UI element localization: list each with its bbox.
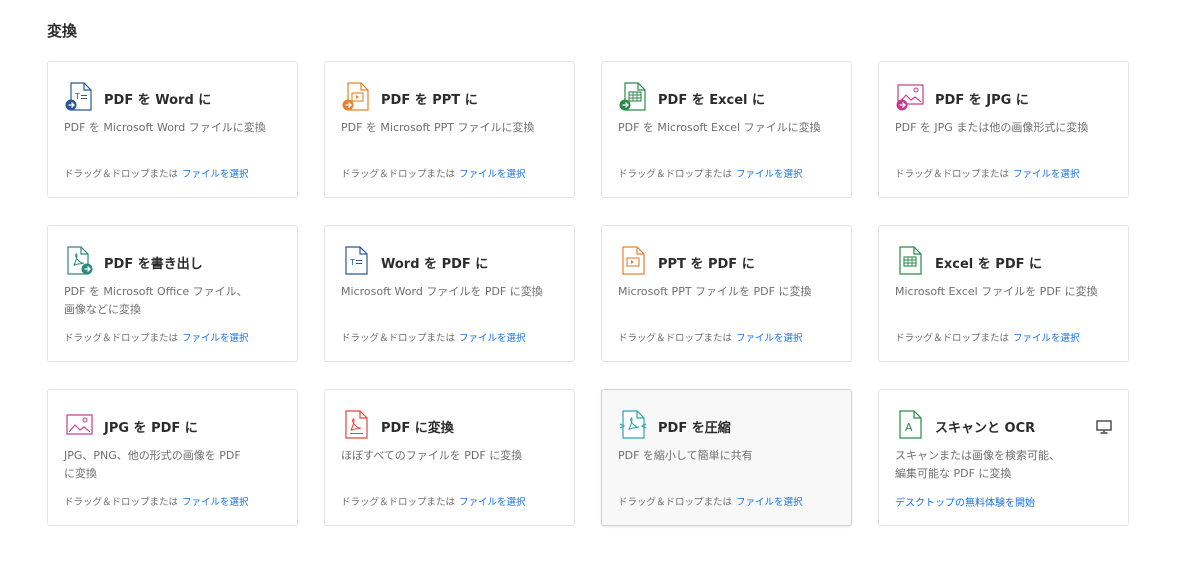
- desktop-trial-link[interactable]: デスクトップの無料体験を開始: [895, 494, 1035, 509]
- drop-label: ドラッグ＆ドロップまたは: [895, 333, 1010, 344]
- drop-label: ドラッグ＆ドロップまたは: [618, 333, 733, 344]
- excel-to-pdf-icon: [899, 246, 922, 275]
- drop-zone-text: ドラッグ＆ドロップまたは ファイルを選択: [895, 166, 1080, 180]
- drop-zone-text: ドラッグ＆ドロップまたは ファイルを選択: [341, 494, 526, 508]
- card-title: PDF を書き出し: [104, 257, 203, 272]
- card-description: Microsoft PPT ファイルを PDF に変換: [618, 285, 812, 298]
- drop-zone-text: ドラッグ＆ドロップまたは ファイルを選択: [618, 166, 803, 180]
- card-compress-pdf[interactable]: PDF を圧縮 PDF を縮小して簡単に共有 ドラッグ＆ドロップまたは ファイルを…: [601, 389, 852, 526]
- pdf-to-jpg-icon: [896, 84, 924, 111]
- card-title: Word を PDF に: [381, 257, 489, 272]
- pdf-to-ppt-icon: [342, 82, 369, 111]
- select-file-link[interactable]: ファイルを選択: [1013, 169, 1080, 180]
- drop-label: ドラッグ＆ドロップまたは: [341, 333, 456, 344]
- compress-pdf-icon: [619, 410, 647, 439]
- pdf-to-word-icon: T: [65, 82, 92, 111]
- card-description: Microsoft Word ファイルを PDF に変換: [341, 285, 543, 298]
- card-description: PDF を Microsoft Word ファイルに変換: [64, 121, 266, 134]
- drop-label: ドラッグ＆ドロップまたは: [341, 169, 456, 180]
- drop-label: ドラッグ＆ドロップまたは: [341, 497, 456, 508]
- card-ppt-to-pdf[interactable]: PPT を PDF に Microsoft PPT ファイルを PDF に変換 …: [601, 225, 852, 362]
- drop-zone-text: ドラッグ＆ドロップまたは ファイルを選択: [618, 494, 803, 508]
- card-description: Microsoft Excel ファイルを PDF に変換: [895, 285, 1098, 298]
- card-title: スキャンと OCR: [935, 421, 1036, 436]
- card-title: PDF を Word に: [104, 93, 212, 108]
- svg-text:T: T: [349, 258, 355, 267]
- desktop-icon: [1096, 420, 1112, 434]
- drop-label: ドラッグ＆ドロップまたは: [895, 169, 1010, 180]
- select-file-link[interactable]: ファイルを選択: [736, 497, 803, 508]
- drop-zone-text: ドラッグ＆ドロップまたは ファイルを選択: [64, 166, 249, 180]
- card-description: PDF を Microsoft Excel ファイルに変換: [618, 121, 821, 134]
- word-to-pdf-icon: T: [345, 246, 368, 275]
- select-file-link[interactable]: ファイルを選択: [182, 333, 249, 344]
- card-description: JPG、PNG、他の形式の画像を PDF に変換: [64, 449, 241, 480]
- card-title: Excel を PDF に: [935, 257, 1043, 272]
- select-file-link[interactable]: ファイルを選択: [459, 497, 526, 508]
- drop-zone-text: ドラッグ＆ドロップまたは ファイルを選択: [64, 330, 249, 344]
- card-title: PPT を PDF に: [658, 257, 755, 272]
- card-description: スキャンまたは画像を検索可能、 編集可能な PDF に変換: [895, 449, 1060, 480]
- select-file-link[interactable]: ファイルを選択: [182, 497, 249, 508]
- drop-zone-text: ドラッグ＆ドロップまたは ファイルを選択: [64, 494, 249, 508]
- drop-zone-text: ドラッグ＆ドロップまたは ファイルを選択: [341, 166, 526, 180]
- card-title: PDF に変換: [381, 421, 454, 436]
- select-file-link[interactable]: ファイルを選択: [1013, 333, 1080, 344]
- scan-ocr-icon: A: [899, 410, 922, 439]
- card-pdf-to-ppt[interactable]: PDF を PPT に PDF を Microsoft PPT ファイルに変換 …: [324, 61, 575, 198]
- card-title: JPG を PDF に: [104, 421, 198, 436]
- card-jpg-to-pdf[interactable]: JPG を PDF に JPG、PNG、他の形式の画像を PDF に変換 ドラッ…: [47, 389, 298, 526]
- card-pdf-to-word[interactable]: T PDF を Word に PDF を Microsoft Word ファイル…: [47, 61, 298, 198]
- create-pdf-icon: [345, 410, 368, 439]
- card-title: PDF を圧縮: [658, 421, 731, 436]
- select-file-link[interactable]: ファイルを選択: [736, 169, 803, 180]
- pdf-to-excel-icon: [619, 82, 646, 111]
- drop-label: ドラッグ＆ドロップまたは: [64, 497, 179, 508]
- card-word-to-pdf[interactable]: T Word を PDF に Microsoft Word ファイルを PDF …: [324, 225, 575, 362]
- ppt-to-pdf-icon: [622, 246, 645, 275]
- drop-label: ドラッグ＆ドロップまたは: [618, 497, 733, 508]
- export-pdf-icon: [67, 246, 93, 275]
- drop-label: ドラッグ＆ドロップまたは: [64, 169, 179, 180]
- card-title: PDF を PPT に: [381, 93, 478, 108]
- card-title: PDF を Excel に: [658, 93, 766, 108]
- svg-text:A: A: [905, 421, 913, 434]
- card-excel-to-pdf[interactable]: Excel を PDF に Microsoft Excel ファイルを PDF …: [878, 225, 1129, 362]
- drop-label: ドラッグ＆ドロップまたは: [64, 333, 179, 344]
- card-create-pdf[interactable]: PDF に変換 ほぼすべてのファイルを PDF に変換 ドラッグ＆ドロップまたは…: [324, 389, 575, 526]
- drop-zone-text: ドラッグ＆ドロップまたは ファイルを選択: [895, 330, 1080, 344]
- card-pdf-to-jpg[interactable]: PDF を JPG に PDF を JPG または他の画像形式に変換 ドラッグ＆…: [878, 61, 1129, 198]
- select-file-link[interactable]: ファイルを選択: [459, 169, 526, 180]
- card-description: PDF を Microsoft Office ファイル、 画像などに変換: [64, 285, 248, 316]
- select-file-link[interactable]: ファイルを選択: [182, 169, 249, 180]
- drop-label: ドラッグ＆ドロップまたは: [618, 169, 733, 180]
- svg-text:T: T: [74, 92, 80, 101]
- select-file-link[interactable]: ファイルを選択: [459, 333, 526, 344]
- drop-zone-text: ドラッグ＆ドロップまたは ファイルを選択: [341, 330, 526, 344]
- card-description: ほぼすべてのファイルを PDF に変換: [341, 449, 523, 462]
- card-description: PDF を JPG または他の画像形式に変換: [895, 121, 1089, 134]
- card-scan-ocr[interactable]: A スキャンと OCR スキャンまたは画像を検索可能、 編集可能な PDF に変…: [878, 389, 1129, 526]
- drop-zone-text: ドラッグ＆ドロップまたは ファイルを選択: [618, 330, 803, 344]
- section-title: 変換: [47, 22, 78, 40]
- select-file-link[interactable]: ファイルを選択: [736, 333, 803, 344]
- card-title: PDF を JPG に: [935, 93, 1029, 108]
- card-description: PDF を縮小して簡単に共有: [618, 449, 753, 462]
- card-pdf-to-excel[interactable]: PDF を Excel に PDF を Microsoft Excel ファイル…: [601, 61, 852, 198]
- card-description: PDF を Microsoft PPT ファイルに変換: [341, 121, 535, 134]
- jpg-to-pdf-icon: [66, 414, 93, 435]
- card-export-pdf[interactable]: PDF を書き出し PDF を Microsoft Office ファイル、 画…: [47, 225, 298, 362]
